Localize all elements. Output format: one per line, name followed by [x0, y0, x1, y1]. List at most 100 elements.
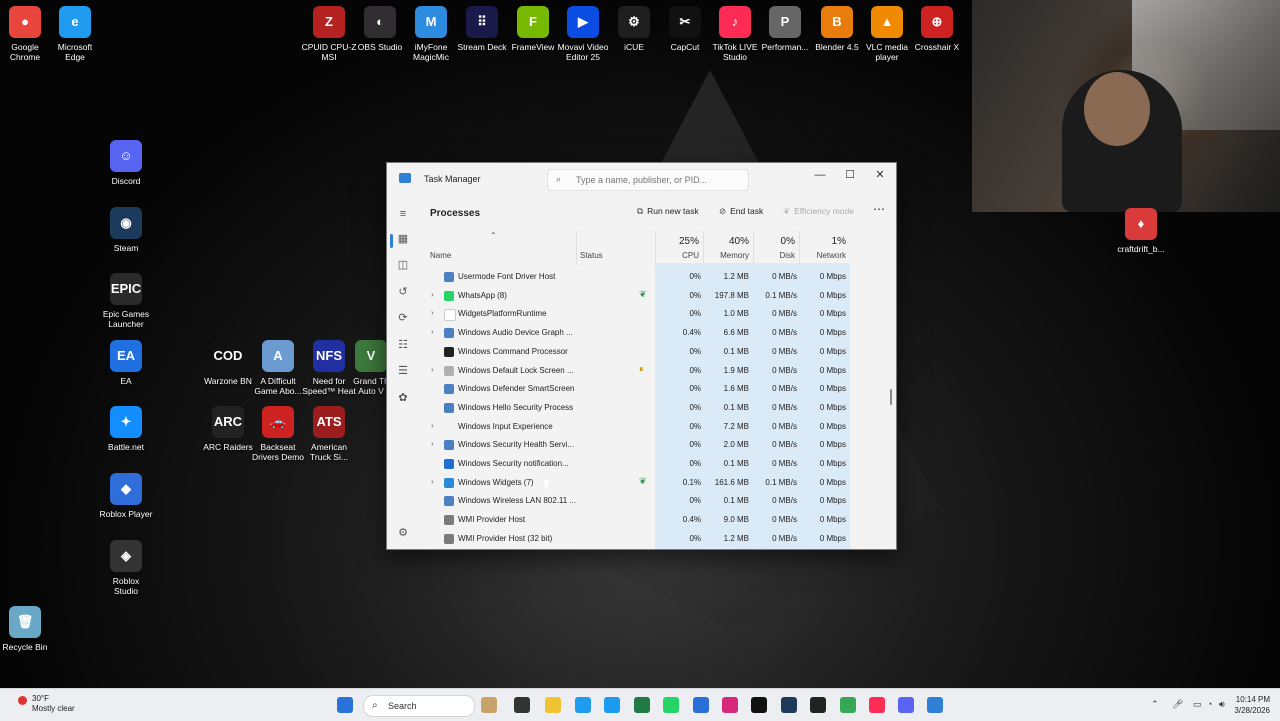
table-row[interactable]: Windows Security notification... 0% 0.1 MB…	[419, 455, 889, 473]
nav-startup-apps-icon[interactable]: ⟳	[395, 310, 411, 326]
desktop-icon-left-8[interactable]: ◈ Roblox Studio	[95, 540, 157, 596]
chevron-right-icon[interactable]: ›	[431, 439, 434, 448]
task-view-icon[interactable]	[514, 697, 530, 713]
start-button[interactable]	[337, 697, 353, 713]
instagram-app-icon[interactable]	[722, 697, 738, 713]
name-column-header[interactable]: Name	[430, 233, 570, 263]
efficiency-leaf-icon: ❦	[639, 475, 647, 486]
table-row[interactable]: › WhatsApp (8) ❦ 0% 197.8 MB 0.1 MB/s 0 Mbps	[419, 287, 889, 305]
desktop-icon-left-5[interactable]: EA EA	[95, 340, 157, 386]
desktop-icon-left-6[interactable]: ✦ Battle.net	[95, 406, 157, 452]
title-bar[interactable]: Task Manager ⌕ — ☐ ✕	[387, 163, 896, 195]
desktop-icon-top-12-icon: ⊕	[921, 6, 953, 38]
search-box[interactable]: ⌕	[547, 169, 749, 191]
discord-app-icon[interactable]	[898, 697, 914, 713]
twitter-app-icon[interactable]	[604, 697, 620, 713]
taskbar-search[interactable]: ⌕ Search	[363, 695, 475, 717]
search-input[interactable]	[574, 172, 746, 188]
nav-services-icon[interactable]: ✿	[395, 390, 411, 406]
table-row[interactable]: › Windows Default Lock Screen ... ⏸ 0% 1.9 M…	[419, 362, 889, 380]
desktop-icon-left-7[interactable]: ◆ Roblox Player	[95, 473, 157, 519]
clock[interactable]: 10:14 PM 3/28/2026	[1226, 694, 1270, 716]
table-row[interactable]: WMI Provider Host (32 bit) 0% 1.2 MB 0 MB/s…	[419, 530, 889, 548]
chevron-right-icon[interactable]: ›	[431, 290, 434, 299]
store-app-icon[interactable]	[693, 697, 709, 713]
desktop-icon-left-1[interactable]: e Microsoft Edge	[44, 6, 106, 62]
file-explorer-icon[interactable]	[545, 697, 561, 713]
table-row[interactable]: › Windows Widgets (7) ❦ 0.1% 161.6 MB 0.1 MB/…	[419, 474, 889, 492]
nav-performance-icon[interactable]: ◫	[395, 257, 411, 273]
efficiency-mode-button[interactable]: ❦ Efficiency mode	[783, 206, 854, 217]
memory-value: 9.0 MB	[723, 515, 749, 525]
cpu-column-header[interactable]: 25% CPU	[655, 233, 703, 263]
disk-column-header[interactable]: 0% Disk	[753, 233, 799, 263]
tiktok-live-app-icon[interactable]	[869, 697, 885, 713]
desktop-icon-left-2-label: Discord	[111, 176, 141, 186]
run-new-task-button[interactable]: ⧉ Run new task	[637, 206, 699, 217]
volume-icon[interactable]: 🔊︎	[1219, 699, 1225, 710]
battery-icon[interactable]: ▭	[1193, 699, 1202, 710]
memory-value: 2.0 MB	[723, 440, 749, 450]
end-task-icon: ⊘	[719, 206, 727, 216]
table-row[interactable]: Windows Command Processor 0% 0.1 MB 0 MB/s 0…	[419, 343, 889, 361]
network-icon[interactable]: ◔	[1207, 699, 1212, 709]
hamburger-menu-icon[interactable]: ≡	[395, 206, 411, 222]
nav-users-icon[interactable]: ☷	[395, 337, 411, 353]
nav-active-indicator	[390, 234, 393, 248]
nav-app-history-icon[interactable]: ↺	[395, 284, 411, 300]
cpu-value: 0%	[689, 496, 701, 506]
xbox-app-icon[interactable]	[810, 697, 826, 713]
table-row[interactable]: WMI Provider Host 0.4% 9.0 MB 0 MB/s 0 Mbps	[419, 511, 889, 529]
chevron-right-icon[interactable]: ›	[431, 477, 434, 486]
chevron-right-icon[interactable]: ›	[431, 365, 434, 374]
scrollbar-thumb[interactable]	[890, 389, 892, 405]
table-row[interactable]: Windows Hello Security Process 0% 0.1 MB 0 …	[419, 399, 889, 417]
cpu-value: 0.1%	[682, 477, 701, 487]
tiktok-app-icon[interactable]	[751, 697, 767, 713]
chevron-right-icon[interactable]: ›	[431, 421, 434, 430]
cpu-value: 0%	[689, 272, 701, 281]
desktop-icon-left-9[interactable]: 🗑 Recycle Bin	[0, 606, 56, 652]
minimize-button[interactable]: —	[805, 165, 835, 185]
microphone-icon[interactable]: 🎤︎	[1172, 699, 1183, 710]
nav-processes-icon[interactable]: ▦	[395, 231, 411, 247]
whatsapp-app-icon[interactable]	[663, 697, 679, 713]
chevron-up-icon[interactable]: ⌃	[1151, 699, 1159, 710]
desktop-icon-top-2-icon: M	[415, 6, 447, 38]
desktop-icon-left-2[interactable]: ☺ Discord	[95, 140, 157, 186]
desktop-icon-top-12[interactable]: ⊕ Crosshair X	[906, 6, 968, 52]
status-column-header[interactable]: Status	[580, 233, 650, 263]
chrome-app-icon[interactable]	[840, 697, 856, 713]
steam-app-icon[interactable]	[781, 697, 797, 713]
table-row[interactable]: › Windows Audio Device Graph ... 0.4% 6.6 M…	[419, 324, 889, 342]
table-row[interactable]: › WidgetsPlatformRuntime 0% 1.0 MB 0 MB/s 0 M…	[419, 305, 889, 323]
edge-icon[interactable]	[575, 697, 591, 713]
maximize-button[interactable]: ☐	[835, 165, 865, 185]
task-manager-app-icon[interactable]	[927, 697, 943, 713]
settings-gear-icon[interactable]: ⚙	[395, 525, 411, 541]
memory-column-header[interactable]: 40% Memory	[703, 233, 753, 263]
desktop-icon-left-4[interactable]: EPIC Epic Games Launcher	[95, 273, 157, 329]
desktop-file-icon[interactable]: ♦ craftdrift_b...	[1110, 208, 1172, 254]
table-row[interactable]: Usermode Font Driver Host 0% 1.2 MB 0 MB/s 0…	[419, 269, 889, 286]
memory-value: 1.2 MB	[723, 272, 749, 281]
desktop-icon-left-3[interactable]: ◉ Steam	[95, 207, 157, 253]
chevron-right-icon[interactable]: ›	[431, 327, 434, 336]
desktop-icon-game-6[interactable]: ATS American Truck Si...	[298, 406, 360, 462]
badger-app-icon[interactable]	[481, 697, 497, 713]
network-column-header[interactable]: 1% Network	[799, 233, 850, 263]
more-options-button[interactable]: ⋯	[873, 202, 885, 216]
table-row[interactable]: › Windows Input Experience 0% 7.2 MB 0 MB/s 0…	[419, 418, 889, 436]
table-row[interactable]: › Windows Security Health Servi... 0% 2.0 M…	[419, 436, 889, 454]
table-row[interactable]: Windows Wireless LAN 802.11 ... 0% 0.1 MB 0…	[419, 492, 889, 510]
webcam-person-head	[1084, 72, 1150, 146]
table-row[interactable]: Windows Defender SmartScreen 0% 1.6 MB 0 MB…	[419, 380, 889, 398]
close-button[interactable]: ✕	[865, 165, 895, 185]
excel-app-icon[interactable]	[634, 697, 650, 713]
process-name: Windows Input Experience	[458, 421, 553, 431]
chevron-right-icon[interactable]: ›	[431, 308, 434, 317]
cpu-value: 0.4%	[682, 515, 701, 525]
page-title: Processes	[430, 208, 481, 219]
nav-details-icon[interactable]: ☰	[395, 363, 411, 379]
end-task-button[interactable]: ⊘ End task	[719, 206, 763, 217]
